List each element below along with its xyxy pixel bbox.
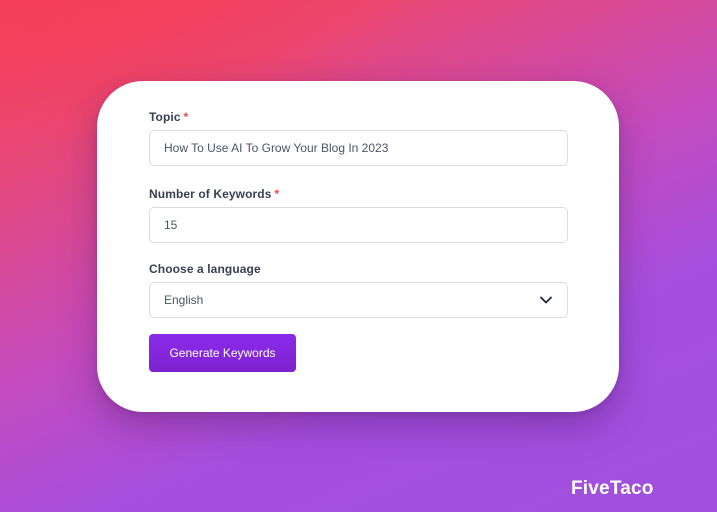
chevron-down-icon[interactable] xyxy=(539,293,553,307)
generate-keywords-button[interactable]: Generate Keywords xyxy=(149,334,296,372)
topic-input-value: How To Use AI To Grow Your Blog In 2023 xyxy=(164,141,389,155)
keywords-count-label: Number of Keywords * xyxy=(149,187,279,201)
brand-logo: FiveTaco xyxy=(571,478,654,499)
topic-input[interactable]: How To Use AI To Grow Your Blog In 2023 xyxy=(149,130,568,166)
keywords-count-value: 15 xyxy=(164,218,178,232)
topic-label: Topic * xyxy=(149,110,188,124)
topic-label-text: Topic xyxy=(149,110,181,124)
language-select[interactable]: English xyxy=(149,282,568,318)
language-selected-value: English xyxy=(164,293,204,307)
required-asterisk: * xyxy=(274,187,280,201)
required-asterisk: * xyxy=(183,110,189,124)
keyword-generator-form: Topic * How To Use AI To Grow Your Blog I… xyxy=(97,81,619,412)
language-label-text: Choose a language xyxy=(149,262,261,276)
keywords-count-label-text: Number of Keywords xyxy=(149,187,272,201)
keywords-count-input[interactable]: 15 xyxy=(149,207,568,243)
language-label: Choose a language xyxy=(149,262,261,276)
